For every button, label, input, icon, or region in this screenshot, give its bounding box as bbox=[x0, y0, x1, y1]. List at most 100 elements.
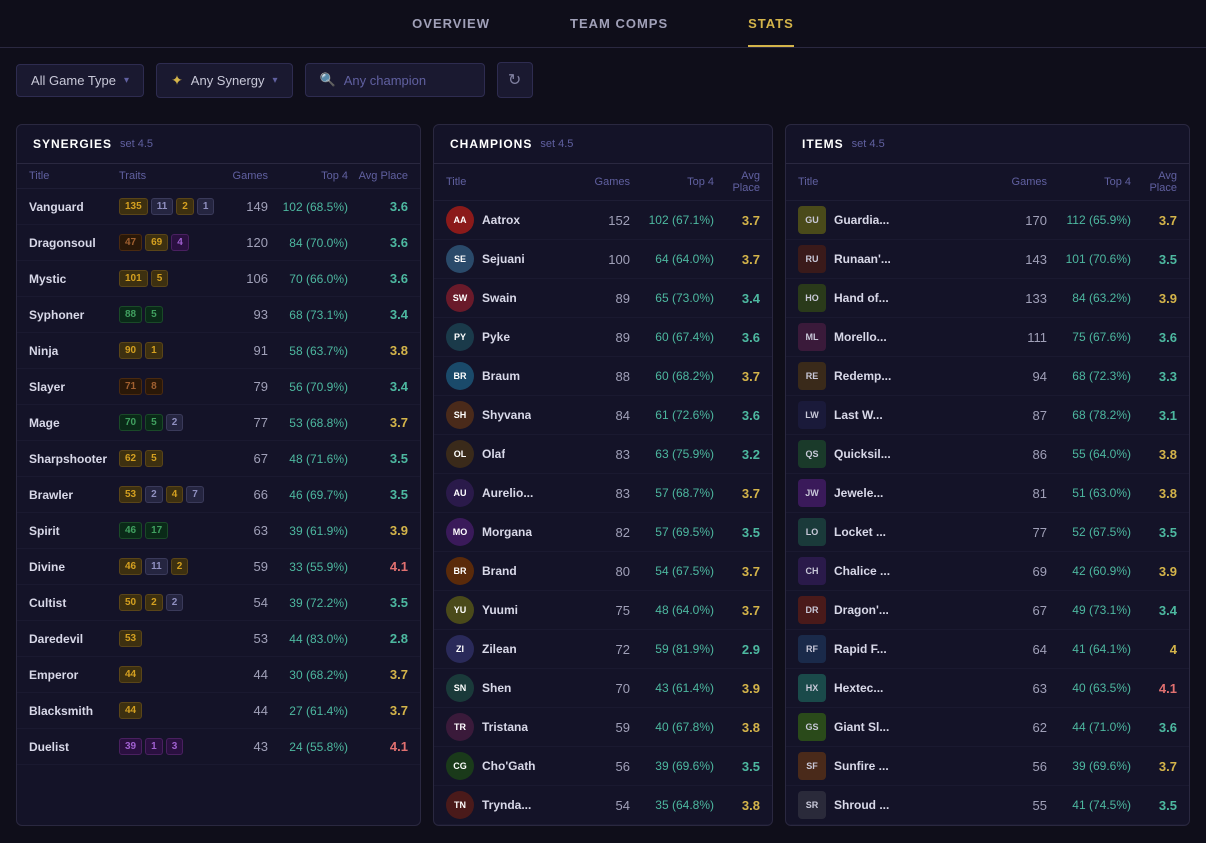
row-syn-traits: 885 bbox=[119, 306, 220, 323]
trait-badge: 2 bbox=[166, 414, 184, 431]
table-row[interactable]: RE Redemp... 94 68 (72.3%) 3.3 bbox=[786, 357, 1189, 396]
table-row[interactable]: SR Shroud ... 55 41 (74.5%) 3.5 bbox=[786, 786, 1189, 825]
row-item-avg: 3.3 bbox=[1131, 369, 1177, 384]
row-item-top4: 41 (64.1%) bbox=[1047, 642, 1131, 656]
table-row[interactable]: Divine 46112 59 33 (55.9%) 4.1 bbox=[17, 549, 420, 585]
row-syn-traits: 53 bbox=[119, 630, 220, 647]
row-item-games: 133 bbox=[1001, 291, 1047, 306]
row-item-top4: 39 (69.6%) bbox=[1047, 759, 1131, 773]
table-row[interactable]: LW Last W... 87 68 (78.2%) 3.1 bbox=[786, 396, 1189, 435]
table-row[interactable]: Spirit 4617 63 39 (61.9%) 3.9 bbox=[17, 513, 420, 549]
row-item-top4: 44 (71.0%) bbox=[1047, 720, 1131, 734]
row-champ-avg: 3.7 bbox=[714, 369, 760, 384]
champion-avatar: SE bbox=[446, 245, 474, 273]
table-row[interactable]: TN Trynda... 54 35 (64.8%) 3.8 bbox=[434, 786, 772, 825]
table-row[interactable]: SF Sunfire ... 56 39 (69.6%) 3.7 bbox=[786, 747, 1189, 786]
table-row[interactable]: ZI Zilean 72 59 (81.9%) 2.9 bbox=[434, 630, 772, 669]
row-syn-top4: 44 (83.0%) bbox=[268, 632, 348, 646]
champion-search[interactable]: 🔍 Any champion bbox=[305, 63, 485, 97]
nav-overview[interactable]: OVERVIEW bbox=[412, 16, 490, 47]
refresh-icon: ↻ bbox=[508, 70, 521, 90]
row-champ-top4: 57 (69.5%) bbox=[630, 525, 714, 539]
row-champ-name: CG Cho'Gath bbox=[446, 752, 584, 780]
row-item-avg: 3.4 bbox=[1131, 603, 1177, 618]
table-row[interactable]: BR Braum 88 60 (68.2%) 3.7 bbox=[434, 357, 772, 396]
synergy-dropdown[interactable]: ✦ Any Synergy ▾ bbox=[156, 63, 292, 98]
row-item-name: LO Locket ... bbox=[798, 518, 1001, 546]
table-row[interactable]: Cultist 5022 54 39 (72.2%) 3.5 bbox=[17, 585, 420, 621]
table-row[interactable]: GU Guardia... 170 112 (65.9%) 3.7 bbox=[786, 201, 1189, 240]
table-row[interactable]: Vanguard 1351121 149 102 (68.5%) 3.6 bbox=[17, 189, 420, 225]
row-syn-name: Daredevil bbox=[29, 632, 119, 646]
table-row[interactable]: Mage 7052 77 53 (68.8%) 3.7 bbox=[17, 405, 420, 441]
row-item-games: 87 bbox=[1001, 408, 1047, 423]
row-syn-games: 67 bbox=[220, 451, 268, 466]
row-champ-name: PY Pyke bbox=[446, 323, 584, 351]
table-row[interactable]: HO Hand of... 133 84 (63.2%) 3.9 bbox=[786, 279, 1189, 318]
table-row[interactable]: Syphoner 885 93 68 (73.1%) 3.4 bbox=[17, 297, 420, 333]
nav-stats[interactable]: STATS bbox=[748, 16, 794, 47]
row-item-name: DR Dragon'... bbox=[798, 596, 1001, 624]
row-champ-avg: 3.9 bbox=[714, 681, 760, 696]
table-row[interactable]: QS Quicksil... 86 55 (64.0%) 3.8 bbox=[786, 435, 1189, 474]
table-row[interactable]: AA Aatrox 152 102 (67.1%) 3.7 bbox=[434, 201, 772, 240]
row-syn-name: Dragonsoul bbox=[29, 236, 119, 250]
table-row[interactable]: Mystic 1015 106 70 (66.0%) 3.6 bbox=[17, 261, 420, 297]
table-row[interactable]: Daredevil 53 53 44 (83.0%) 2.8 bbox=[17, 621, 420, 657]
table-row[interactable]: DR Dragon'... 67 49 (73.1%) 3.4 bbox=[786, 591, 1189, 630]
table-row[interactable]: SN Shen 70 43 (61.4%) 3.9 bbox=[434, 669, 772, 708]
row-item-avg: 3.6 bbox=[1131, 720, 1177, 735]
row-champ-name: BR Brand bbox=[446, 557, 584, 585]
table-row[interactable]: Duelist 3913 43 24 (55.8%) 4.1 bbox=[17, 729, 420, 765]
table-row[interactable]: CH Chalice ... 69 42 (60.9%) 3.9 bbox=[786, 552, 1189, 591]
table-row[interactable]: SW Swain 89 65 (73.0%) 3.4 bbox=[434, 279, 772, 318]
synergy-chevron-icon: ▾ bbox=[273, 75, 278, 86]
row-syn-avg: 3.7 bbox=[348, 703, 408, 718]
row-champ-name: SE Sejuani bbox=[446, 245, 584, 273]
table-row[interactable]: RU Runaan'... 143 101 (70.6%) 3.5 bbox=[786, 240, 1189, 279]
row-item-top4: 42 (60.9%) bbox=[1047, 564, 1131, 578]
row-syn-top4: 53 (68.8%) bbox=[268, 416, 348, 430]
table-row[interactable]: MO Morgana 82 57 (69.5%) 3.5 bbox=[434, 513, 772, 552]
table-row[interactable]: SH Shyvana 84 61 (72.6%) 3.6 bbox=[434, 396, 772, 435]
nav-team-comps[interactable]: TEAM COMPS bbox=[570, 16, 668, 47]
table-row[interactable]: Emperor 44 44 30 (68.2%) 3.7 bbox=[17, 657, 420, 693]
table-row[interactable]: Sharpshooter 625 67 48 (71.6%) 3.5 bbox=[17, 441, 420, 477]
row-item-avg: 3.8 bbox=[1131, 486, 1177, 501]
table-row[interactable]: GS Giant Sl... 62 44 (71.0%) 3.6 bbox=[786, 708, 1189, 747]
table-row[interactable]: RF Rapid F... 64 41 (64.1%) 4 bbox=[786, 630, 1189, 669]
table-row[interactable]: BR Brand 80 54 (67.5%) 3.7 bbox=[434, 552, 772, 591]
row-champ-top4: 61 (72.6%) bbox=[630, 408, 714, 422]
item-icon: CH bbox=[798, 557, 826, 585]
table-row[interactable]: ML Morello... 111 75 (67.6%) 3.6 bbox=[786, 318, 1189, 357]
table-row[interactable]: Dragonsoul 47694 120 84 (70.0%) 3.6 bbox=[17, 225, 420, 261]
item-icon: RF bbox=[798, 635, 826, 663]
row-syn-games: 59 bbox=[220, 559, 268, 574]
row-syn-top4: 68 (73.1%) bbox=[268, 308, 348, 322]
row-item-top4: 84 (63.2%) bbox=[1047, 291, 1131, 305]
table-row[interactable]: Blacksmith 44 44 27 (61.4%) 3.7 bbox=[17, 693, 420, 729]
table-row[interactable]: Brawler 53247 66 46 (69.7%) 3.5 bbox=[17, 477, 420, 513]
row-item-name: CH Chalice ... bbox=[798, 557, 1001, 585]
table-row[interactable]: JW Jewele... 81 51 (63.0%) 3.8 bbox=[786, 474, 1189, 513]
table-row[interactable]: OL Olaf 83 63 (75.9%) 3.2 bbox=[434, 435, 772, 474]
refresh-button[interactable]: ↻ bbox=[497, 62, 533, 98]
row-syn-games: 120 bbox=[220, 235, 268, 250]
champ-col-top4: Top 4 bbox=[630, 176, 714, 188]
row-syn-avg: 3.6 bbox=[348, 271, 408, 286]
table-row[interactable]: PY Pyke 89 60 (67.4%) 3.6 bbox=[434, 318, 772, 357]
table-row[interactable]: YU Yuumi 75 48 (64.0%) 3.7 bbox=[434, 591, 772, 630]
row-item-name: RF Rapid F... bbox=[798, 635, 1001, 663]
syn-col-traits: Traits bbox=[119, 170, 220, 182]
table-row[interactable]: CG Cho'Gath 56 39 (69.6%) 3.5 bbox=[434, 747, 772, 786]
table-row[interactable]: TR Tristana 59 40 (67.8%) 3.8 bbox=[434, 708, 772, 747]
row-syn-avg: 2.8 bbox=[348, 631, 408, 646]
row-syn-name: Slayer bbox=[29, 380, 119, 394]
table-row[interactable]: Ninja 901 91 58 (63.7%) 3.8 bbox=[17, 333, 420, 369]
table-row[interactable]: Slayer 718 79 56 (70.9%) 3.4 bbox=[17, 369, 420, 405]
game-type-dropdown[interactable]: All Game Type ▾ bbox=[16, 64, 144, 97]
table-row[interactable]: HX Hextec... 63 40 (63.5%) 4.1 bbox=[786, 669, 1189, 708]
table-row[interactable]: LO Locket ... 77 52 (67.5%) 3.5 bbox=[786, 513, 1189, 552]
table-row[interactable]: SE Sejuani 100 64 (64.0%) 3.7 bbox=[434, 240, 772, 279]
table-row[interactable]: AU Aurelio... 83 57 (68.7%) 3.7 bbox=[434, 474, 772, 513]
